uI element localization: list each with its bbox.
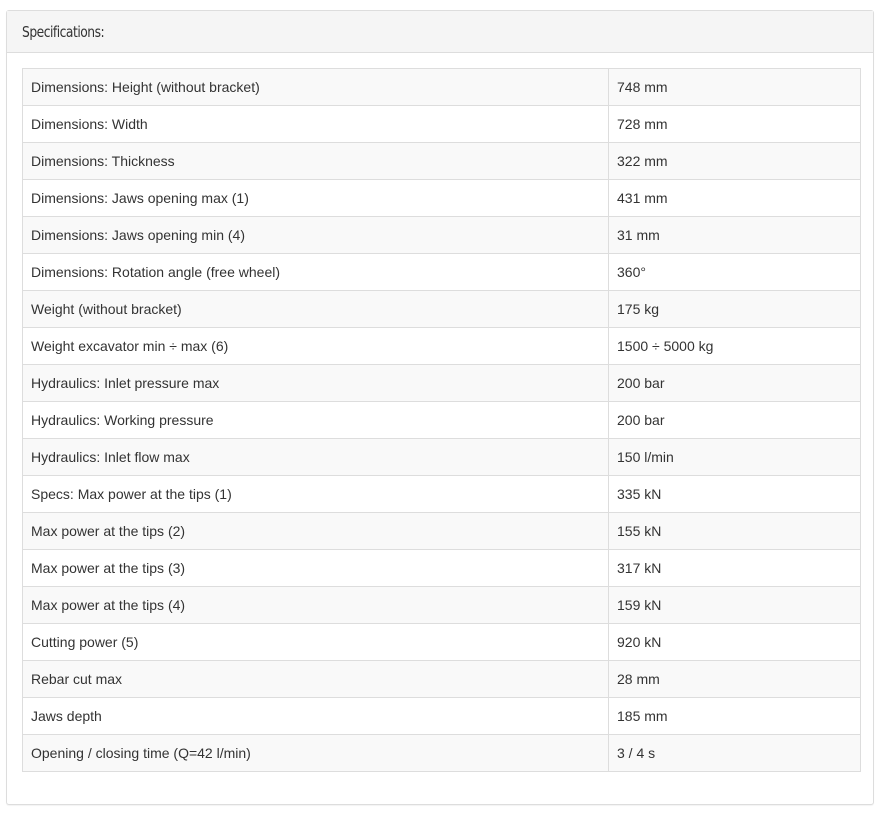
specifications-panel: Specifications: Dimensions: Height (with… xyxy=(6,10,874,805)
spec-label: Max power at the tips (2) xyxy=(22,512,609,550)
spec-value: 748 mm xyxy=(608,68,861,106)
spec-label: Specs: Max power at the tips (1) xyxy=(22,475,609,513)
spec-label: Hydraulics: Working pressure xyxy=(22,401,609,439)
table-row: Dimensions: Jaws opening max (1) 431 mm xyxy=(22,179,861,217)
table-row: Max power at the tips (4) 159 kN xyxy=(22,586,861,624)
spec-value: 159 kN xyxy=(608,586,861,624)
specifications-table-container: Dimensions: Height (without bracket) 748 … xyxy=(22,68,861,772)
table-row: Hydraulics: Inlet flow max 150 l/min xyxy=(22,438,861,476)
table-row: Dimensions: Thickness 322 mm xyxy=(22,142,861,180)
spec-value: 317 kN xyxy=(608,549,861,587)
spec-label: Dimensions: Rotation angle (free wheel) xyxy=(22,253,609,291)
spec-label: Weight excavator min ÷ max (6) xyxy=(22,327,609,365)
spec-value: 360° xyxy=(608,253,861,291)
spec-label: Hydraulics: Inlet flow max xyxy=(22,438,609,476)
spec-label: Dimensions: Jaws opening min (4) xyxy=(22,216,609,254)
spec-label: Cutting power (5) xyxy=(22,623,609,661)
table-row: Hydraulics: Inlet pressure max 200 bar xyxy=(22,364,861,402)
spec-value: 3 / 4 s xyxy=(608,734,861,772)
spec-label: Weight (without bracket) xyxy=(22,290,609,328)
spec-value: 728 mm xyxy=(608,105,861,143)
table-row: Weight excavator min ÷ max (6) 1500 ÷ 500… xyxy=(22,327,861,365)
panel-heading: Specifications: xyxy=(7,11,873,53)
panel-title: Specifications: xyxy=(22,22,105,41)
table-row: Specs: Max power at the tips (1) 335 kN xyxy=(22,475,861,513)
spec-label: Dimensions: Thickness xyxy=(22,142,609,180)
spec-label: Dimensions: Height (without bracket) xyxy=(22,68,609,106)
table-row: Cutting power (5) 920 kN xyxy=(22,623,861,661)
table-row: Max power at the tips (3) 317 kN xyxy=(22,549,861,587)
table-row: Rebar cut max 28 mm xyxy=(22,660,861,698)
specifications-table: Dimensions: Height (without bracket) 748 … xyxy=(22,68,861,772)
spec-value: 322 mm xyxy=(608,142,861,180)
spec-label: Rebar cut max xyxy=(22,660,609,698)
table-row: Dimensions: Jaws opening min (4) 31 mm xyxy=(22,216,861,254)
spec-value: 431 mm xyxy=(608,179,861,217)
spec-label: Dimensions: Width xyxy=(22,105,609,143)
spec-value: 200 bar xyxy=(608,364,861,402)
specifications-table-body: Dimensions: Height (without bracket) 748 … xyxy=(22,68,861,772)
spec-value: 920 kN xyxy=(608,623,861,661)
spec-value: 335 kN xyxy=(608,475,861,513)
spec-label: Dimensions: Jaws opening max (1) xyxy=(22,179,609,217)
spec-label: Hydraulics: Inlet pressure max xyxy=(22,364,609,402)
spec-value: 1500 ÷ 5000 kg xyxy=(608,327,861,365)
spec-value: 200 bar xyxy=(608,401,861,439)
spec-value: 155 kN xyxy=(608,512,861,550)
spec-value: 28 mm xyxy=(608,660,861,698)
table-row: Hydraulics: Working pressure 200 bar xyxy=(22,401,861,439)
spec-label: Opening / closing time (Q=42 l/min) xyxy=(22,734,609,772)
spec-value: 175 kg xyxy=(608,290,861,328)
table-row: Weight (without bracket) 175 kg xyxy=(22,290,861,328)
spec-label: Jaws depth xyxy=(22,697,609,735)
spec-value: 150 l/min xyxy=(608,438,861,476)
table-row: Max power at the tips (2) 155 kN xyxy=(22,512,861,550)
table-row: Jaws depth 185 mm xyxy=(22,697,861,735)
spec-label: Max power at the tips (3) xyxy=(22,549,609,587)
table-row: Dimensions: Height (without bracket) 748 … xyxy=(22,68,861,106)
spec-value: 31 mm xyxy=(608,216,861,254)
spec-label: Max power at the tips (4) xyxy=(22,586,609,624)
table-row: Dimensions: Width 728 mm xyxy=(22,105,861,143)
spec-value: 185 mm xyxy=(608,697,861,735)
table-row: Dimensions: Rotation angle (free wheel) 3… xyxy=(22,253,861,291)
table-row: Opening / closing time (Q=42 l/min) 3 / 4… xyxy=(22,734,861,772)
